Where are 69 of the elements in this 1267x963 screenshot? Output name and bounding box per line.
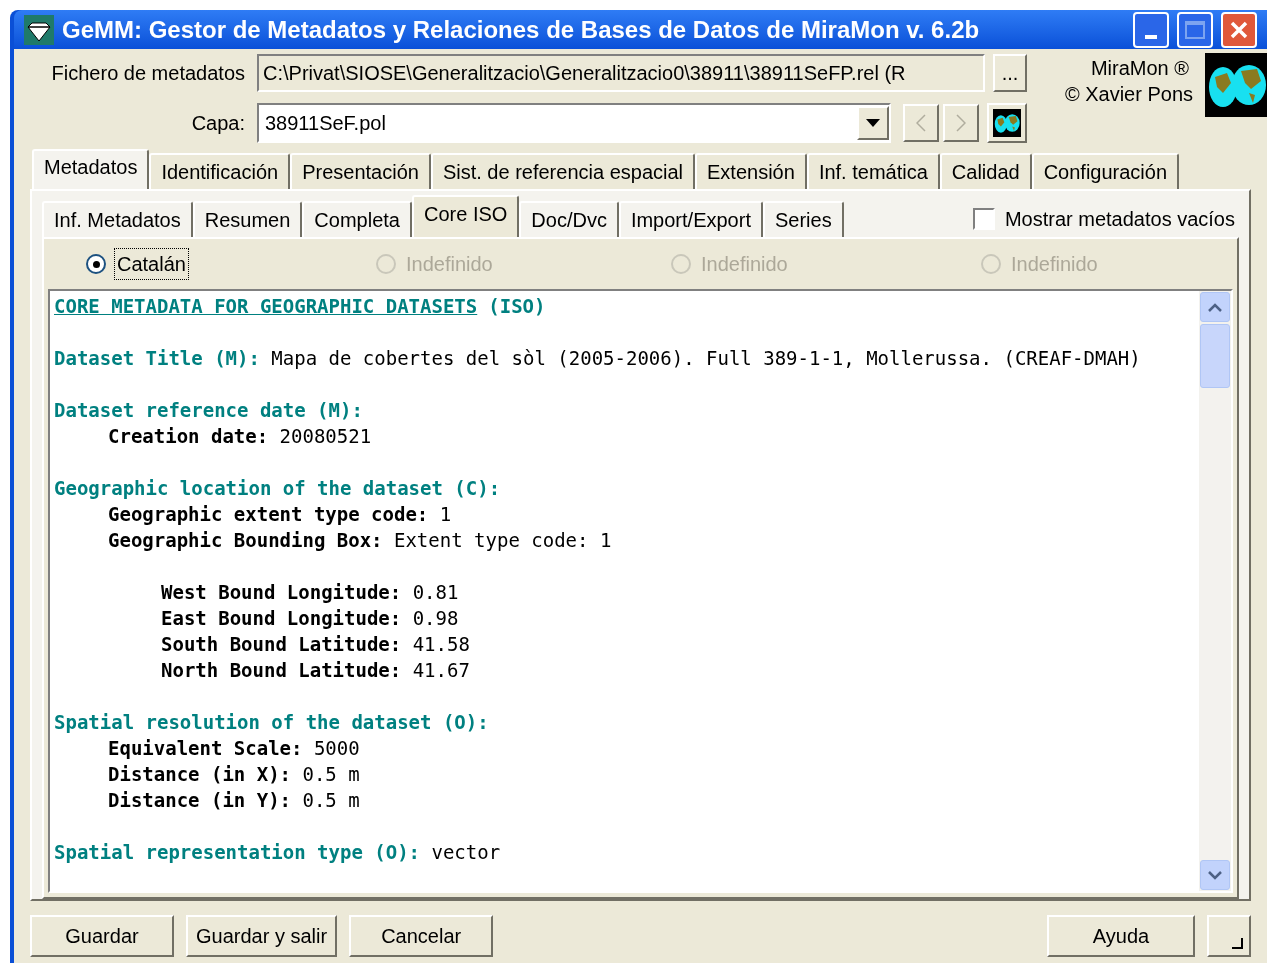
layer-combobox[interactable]: 38911SeF.pol (257, 103, 891, 143)
brand-text: MiraMon ® (1090, 56, 1190, 81)
file-label: Fichero de metadatos (50, 61, 245, 86)
field-text: Distance (in X): 0.5 m (108, 763, 360, 785)
tab[interactable]: Inf. Metadatos (42, 201, 193, 237)
field-text: South Bound Latitude: 41.58 (161, 633, 470, 655)
dialog-button[interactable]: Guardar y salir (186, 915, 338, 957)
field-text: North Bound Latitude: 41.67 (161, 659, 470, 681)
next-button[interactable] (943, 104, 979, 142)
grip-icon (1231, 937, 1243, 949)
close-icon (1229, 19, 1249, 40)
chevron-left-icon (916, 114, 926, 132)
previous-button[interactable] (903, 104, 939, 142)
radio-label: Indefinido (1010, 252, 1099, 277)
title-link[interactable]: CORE METADATA FOR GEOGRAPHIC DATASETS (54, 293, 478, 319)
dialog-button[interactable]: Guardar (30, 915, 174, 957)
chevron-up-icon (1208, 302, 1222, 312)
tab[interactable]: Core ISO (411, 195, 520, 237)
section-heading: Dataset reference date (M): (54, 398, 364, 423)
section-heading: Spatial resolution of the dataset (O): (54, 710, 490, 735)
tab[interactable]: Resumen (192, 201, 303, 237)
browse-button[interactable]: ... (993, 54, 1027, 92)
checkbox[interactable] (972, 208, 995, 230)
tab[interactable]: Presentación (290, 153, 431, 189)
field-text: Equivalent Scale: 5000 (108, 737, 360, 759)
field-text: East Bound Longitude: 0.98 (161, 607, 459, 629)
tab[interactable]: Calidad (939, 153, 1032, 189)
field-text: Creation date: 20080521 (108, 425, 372, 447)
close-button[interactable] (1221, 11, 1257, 48)
copyright-text: © Xavier Pons (1064, 82, 1193, 107)
chevron-right-icon (956, 114, 966, 132)
field-text: Distance (in Y): 0.5 m (108, 789, 360, 811)
tab[interactable]: Metadatos (32, 149, 150, 189)
radio-button[interactable] (86, 254, 106, 274)
field-text: West Bound Longitude: 0.81 (161, 581, 459, 603)
field-text: Geographic Bounding Box: Extent type code: 1 (108, 529, 612, 551)
radio-label: Catalán (114, 248, 189, 280)
tab[interactable]: Sist. de referencia espacial (430, 153, 696, 189)
dialog-button[interactable]: Ayuda (1047, 915, 1195, 957)
section-heading: Spatial representation type (O): vector (54, 840, 502, 865)
map-button[interactable] (987, 103, 1027, 143)
tab[interactable]: Inf. temática (806, 153, 940, 189)
tab[interactable]: Import/Export (618, 201, 763, 237)
dropdown-arrow-icon (866, 119, 880, 127)
section-heading: Geographic location of the dataset (C): (54, 476, 502, 501)
tab[interactable]: Doc/Dvc (519, 201, 619, 237)
layer-label: Capa: (190, 111, 245, 136)
file-field[interactable]: C:\Privat\SIOSE\Generalitzacio\Generalitzacio0\38911\38911SeFP.rel (R (257, 54, 985, 92)
chevron-down-icon (1208, 870, 1222, 880)
window-title: GeMM: Gestor de Metadatos y Relaciones de Bases de Datos de MiraMon v. 6.2b (62, 14, 981, 45)
tab[interactable]: Configuración (1031, 153, 1180, 189)
scrollbar-thumb[interactable] (1200, 324, 1230, 388)
dialog-button[interactable]: Cancelar (349, 915, 494, 957)
checkbox-label: Mostrar metadatos vacíos (1004, 207, 1235, 232)
tab[interactable]: Series (762, 201, 844, 237)
tab[interactable]: Extensión (695, 153, 807, 189)
minimize-button[interactable] (1133, 11, 1169, 48)
radio-label: Indefinido (405, 252, 494, 277)
scrollbar[interactable] (1199, 291, 1231, 891)
tab[interactable]: Completa (302, 201, 412, 237)
globe-icon (992, 109, 1022, 137)
title-suffix: (ISO) (488, 294, 546, 319)
globe-icon (1205, 53, 1267, 117)
field-text: Geographic extent type code: 1 (108, 503, 452, 525)
section-heading: Dataset Title (M): Mapa de cobertes del sòl (2005-2006). Full 389-1-1, Mollerussa. (CREAF-DMAH) (54, 346, 1142, 371)
radio-label: Indefinido (700, 252, 789, 277)
maximize-button[interactable] (1177, 11, 1213, 48)
size-grip[interactable] (1207, 915, 1251, 957)
tab[interactable]: Identificación (149, 153, 291, 189)
